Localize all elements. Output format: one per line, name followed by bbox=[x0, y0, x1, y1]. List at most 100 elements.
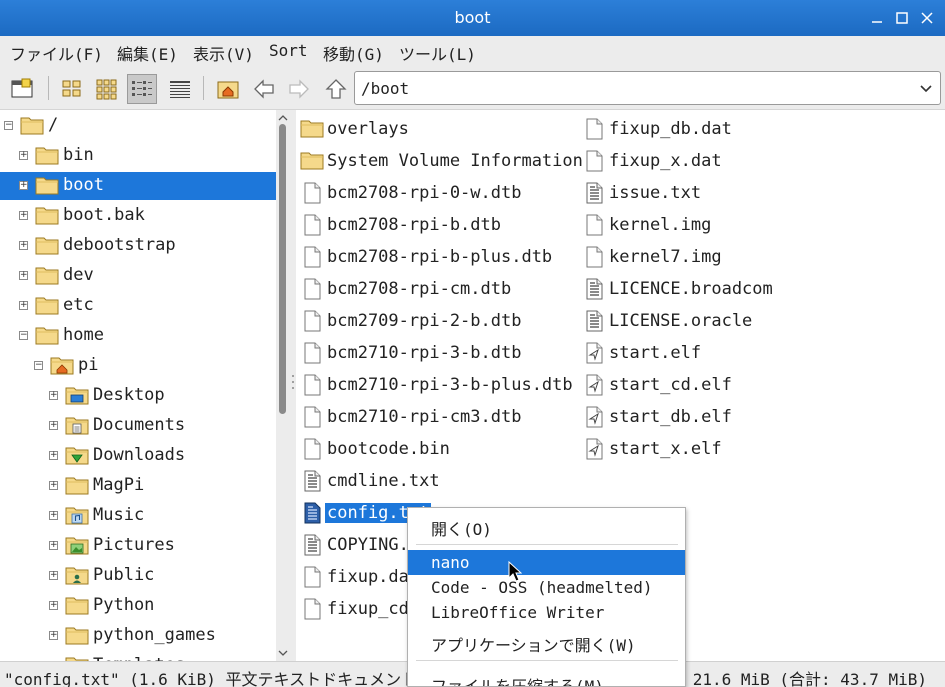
location-bar[interactable] bbox=[354, 71, 941, 105]
menu-view[interactable]: 表示(V) bbox=[193, 41, 254, 65]
thumbnail-view-icon[interactable] bbox=[92, 74, 122, 104]
status-free-space: 21.6 MiB (合計: 43.7 MiB) bbox=[692, 670, 927, 687]
collapse-icon[interactable]: − bbox=[34, 361, 43, 370]
tree-item-label: dev bbox=[63, 265, 94, 285]
tree-item[interactable]: + dev bbox=[0, 262, 276, 290]
expand-icon[interactable]: + bbox=[49, 451, 58, 460]
tree-scrollbar[interactable] bbox=[276, 110, 290, 661]
close-icon[interactable] bbox=[918, 9, 936, 27]
expand-icon[interactable]: + bbox=[19, 151, 28, 160]
folder-icon bbox=[35, 175, 59, 195]
expand-icon[interactable]: + bbox=[19, 301, 28, 310]
menu-sort[interactable]: Sort bbox=[269, 41, 308, 60]
location-input[interactable] bbox=[361, 78, 901, 98]
file-icon bbox=[300, 405, 324, 429]
file-name: fixup.dat bbox=[327, 567, 420, 587]
minimize-icon[interactable] bbox=[868, 9, 886, 27]
code-oss-menu-item[interactable]: Code - OSS (headmelted) bbox=[408, 575, 685, 600]
compact-view-icon[interactable] bbox=[127, 74, 157, 104]
tree-item[interactable]: + python_games bbox=[0, 622, 276, 650]
menu-tools[interactable]: ツール(L) bbox=[399, 41, 476, 65]
expand-icon[interactable]: + bbox=[49, 511, 58, 520]
text-file-icon bbox=[582, 309, 606, 333]
scroll-up-icon[interactable] bbox=[276, 112, 290, 124]
file-name: bcm2708-rpi-0-w.dtb bbox=[327, 183, 522, 203]
tree-item-label: Documents bbox=[93, 415, 186, 435]
expand-icon[interactable]: + bbox=[49, 541, 58, 550]
icon-view-icon[interactable] bbox=[57, 74, 87, 104]
expand-icon[interactable]: + bbox=[49, 571, 58, 580]
tree-item[interactable]: + MagPi bbox=[0, 472, 276, 500]
menu-edit[interactable]: 編集(E) bbox=[117, 41, 178, 65]
exec-file-icon bbox=[582, 373, 606, 397]
toolbar-separator bbox=[203, 76, 204, 100]
scrollbar-thumb[interactable] bbox=[279, 124, 286, 414]
tree-item[interactable]: − home bbox=[0, 322, 276, 350]
tree-item[interactable]: + Public bbox=[0, 562, 276, 590]
file-name: bootcode.bin bbox=[327, 439, 450, 459]
tree-item-label: Desktop bbox=[93, 385, 165, 405]
tree-item[interactable]: +Templates bbox=[0, 652, 276, 661]
expand-icon[interactable]: + bbox=[49, 391, 58, 400]
compress-menu-item[interactable]: ファイルを圧縮する(M) bbox=[408, 670, 685, 686]
tree-item-label: Pictures bbox=[93, 535, 175, 555]
expand-icon[interactable]: + bbox=[19, 211, 28, 220]
tree-item[interactable]: + Music bbox=[0, 502, 276, 530]
tree-item[interactable]: + boot.bak bbox=[0, 202, 276, 230]
tree-item[interactable]: − pi bbox=[0, 352, 276, 380]
scroll-down-icon[interactable] bbox=[276, 647, 290, 659]
tree-item-label: home bbox=[63, 325, 104, 345]
maximize-icon[interactable] bbox=[893, 9, 911, 27]
nano-menu-item[interactable]: nano bbox=[408, 550, 685, 575]
collapse-icon[interactable]: − bbox=[4, 121, 13, 130]
file-name: start.elf bbox=[609, 343, 702, 363]
tree-item[interactable]: − / bbox=[0, 112, 276, 140]
open-menu-item[interactable]: 開く(O) bbox=[408, 513, 685, 539]
menu-file[interactable]: ファイル(F) bbox=[10, 41, 103, 65]
music-folder-icon bbox=[65, 505, 89, 525]
open-with-menu-item[interactable]: アプリケーションで開く(W) bbox=[408, 629, 685, 655]
file-name: overlays bbox=[327, 119, 409, 139]
expand-icon[interactable]: + bbox=[19, 271, 28, 280]
expand-icon[interactable]: + bbox=[49, 631, 58, 640]
menu-go[interactable]: 移動(G) bbox=[323, 41, 384, 65]
file-name: bcm2709-rpi-2-b.dtb bbox=[327, 311, 522, 331]
file-name: bcm2710-rpi-cm3.dtb bbox=[327, 407, 522, 427]
file-icon bbox=[300, 341, 324, 365]
file-name: fixup_db.dat bbox=[609, 119, 732, 139]
expand-icon[interactable]: + bbox=[19, 241, 28, 250]
forward-arrow-icon[interactable] bbox=[284, 74, 314, 104]
up-arrow-icon[interactable] bbox=[321, 74, 351, 104]
collapse-icon[interactable]: − bbox=[19, 331, 28, 340]
expand-icon[interactable]: + bbox=[19, 181, 28, 190]
tree-item[interactable]: + debootstrap bbox=[0, 232, 276, 260]
file-name: bcm2708-rpi-cm.dtb bbox=[327, 279, 512, 299]
tree-item[interactable]: + etc bbox=[0, 292, 276, 320]
detailed-list-view-icon[interactable] bbox=[165, 74, 195, 104]
tree-item[interactable]: + boot bbox=[0, 172, 276, 200]
folder-icon bbox=[65, 625, 89, 645]
tree-item[interactable]: + Pictures bbox=[0, 532, 276, 560]
back-arrow-icon[interactable] bbox=[249, 74, 279, 104]
tree-item[interactable]: + Python bbox=[0, 592, 276, 620]
tree-item[interactable]: + Documents bbox=[0, 412, 276, 440]
text-file-icon bbox=[300, 501, 324, 525]
file-icon bbox=[582, 117, 606, 141]
tree-item[interactable]: + Downloads bbox=[0, 442, 276, 470]
file-name: fixup_x.dat bbox=[609, 151, 722, 171]
text-file-icon bbox=[300, 469, 324, 493]
libreoffice-writer-menu-item[interactable]: LibreOffice Writer bbox=[408, 600, 685, 625]
expand-icon[interactable]: + bbox=[49, 601, 58, 610]
title-bar: boot bbox=[0, 0, 945, 36]
expand-icon[interactable]: + bbox=[49, 481, 58, 490]
desktop-folder-icon bbox=[65, 385, 89, 405]
tree-item[interactable]: + Desktop bbox=[0, 382, 276, 410]
tree-item-label: etc bbox=[63, 295, 94, 315]
tree-item[interactable]: + bin bbox=[0, 142, 276, 170]
file-icon bbox=[300, 597, 324, 621]
new-window-icon[interactable] bbox=[7, 74, 37, 104]
expand-icon[interactable]: + bbox=[49, 421, 58, 430]
menu-separator bbox=[416, 544, 678, 545]
chevron-down-icon[interactable] bbox=[916, 78, 936, 98]
home-icon[interactable] bbox=[213, 74, 243, 104]
